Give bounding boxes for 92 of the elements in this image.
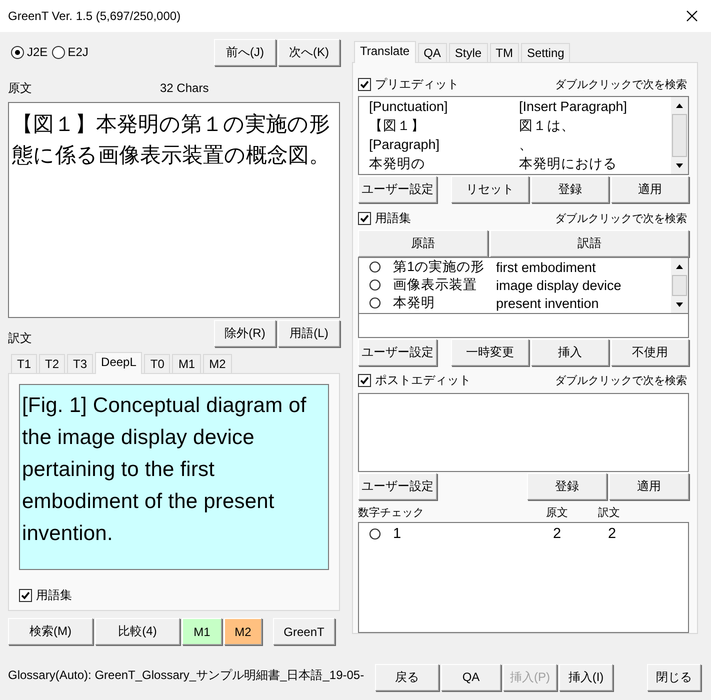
list-cell-text: 画像表示装置 xyxy=(393,276,478,294)
list-cell-text: 、 xyxy=(519,136,534,154)
checkbox-label: ポストエディット xyxy=(375,372,471,390)
tab[interactable]: DeepL xyxy=(95,352,142,374)
button[interactable]: 登録 xyxy=(531,176,609,204)
list-cell-text: 図１は、 xyxy=(519,116,576,134)
input-field[interactable] xyxy=(358,314,689,338)
circle-icon xyxy=(369,528,381,540)
tab[interactable]: Style xyxy=(448,43,488,62)
list-cell-text: image display device xyxy=(495,278,622,293)
tab[interactable]: Translate xyxy=(354,41,416,63)
user-settings-button[interactable]: ユーザー設定 xyxy=(358,338,437,366)
column-header[interactable]: 訳語 xyxy=(490,230,689,258)
scrollbar[interactable] xyxy=(671,97,688,174)
list-cell-text: 2 xyxy=(553,526,562,542)
list-cell: 2 xyxy=(608,526,616,542)
user-settings-button[interactable]: ユーザー設定 xyxy=(358,473,437,500)
button[interactable]: QA xyxy=(441,664,501,690)
window-title: GreenT Ver. 1.5 (5,697/250,000) xyxy=(8,9,181,23)
tab[interactable]: T1 xyxy=(11,354,38,373)
checkbox[interactable] xyxy=(19,589,32,602)
button[interactable]: 用語(L) xyxy=(278,320,340,347)
circle-icon xyxy=(369,261,381,274)
tab[interactable]: Setting xyxy=(520,43,570,62)
list-cell-text: 本発明 xyxy=(393,294,436,312)
radio-label: J2E xyxy=(27,45,48,59)
list-cell-text: [Paragraph] xyxy=(368,137,441,152)
circle-icon xyxy=(369,297,381,310)
circle-icon xyxy=(369,279,381,292)
column-header: 原文 xyxy=(546,506,569,520)
char-count: 32 Chars xyxy=(160,81,209,95)
list-cell-text: present invention xyxy=(495,296,599,311)
translation-text: [Fig. 1] Conceptual diagram of the image display device pertaining to the first embodiment of the present invention. xyxy=(19,384,329,570)
close-icon xyxy=(686,10,698,22)
nav-button[interactable]: 前へ(J) xyxy=(214,38,276,66)
list-box[interactable]: 1 2 2 xyxy=(358,522,689,633)
status-text: Glossary(Auto): GreenT_Glossary_サンプル明細書_日本語_19-05- xyxy=(8,666,366,684)
list-box[interactable]: 第1の実施の形 first embodiment 画像表示装置 image display device 本発明 present invention xyxy=(358,257,689,314)
button[interactable]: 登録 xyxy=(527,473,607,500)
radio-button[interactable] xyxy=(11,46,24,58)
tab[interactable]: QA xyxy=(418,43,447,62)
checkbox[interactable] xyxy=(358,374,371,388)
list-cell-text: 第1の実施の形 xyxy=(393,258,486,276)
button[interactable]: リセット xyxy=(451,176,529,204)
user-settings-button[interactable]: ユーザー設定 xyxy=(358,176,437,204)
text-area[interactable] xyxy=(358,392,689,472)
list-box[interactable]: [Punctuation] [Insert Paragraph] 【図１】 図１は、 [Paragraph] 、 本発明の 本発明における xyxy=(358,96,689,176)
list-cell-text: first embodiment xyxy=(495,260,596,275)
button[interactable]: 挿入 xyxy=(531,338,609,366)
list-cell-text: 【図１】 xyxy=(368,116,426,134)
section-label: 数字チェック xyxy=(358,506,425,520)
button[interactable]: 挿入(I) xyxy=(559,664,613,690)
nav-button[interactable]: 次へ(K) xyxy=(278,38,340,66)
list-cell-text: 本発明における xyxy=(519,154,618,172)
column-header: 訳文 xyxy=(598,506,620,520)
checkbox[interactable] xyxy=(358,78,371,90)
button[interactable]: 戻る xyxy=(375,664,439,690)
tab[interactable]: T2 xyxy=(39,354,66,373)
column-header[interactable]: 原語 xyxy=(358,230,488,258)
button[interactable]: 適用 xyxy=(611,176,689,204)
tab[interactable]: M1 xyxy=(172,354,202,373)
hint-text: ダブルクリックで次を検索 xyxy=(555,78,688,92)
tab[interactable]: T0 xyxy=(144,354,170,373)
button[interactable]: 除外(R) xyxy=(214,320,276,347)
button[interactable]: 比較(4) xyxy=(95,618,180,645)
section-label: 訳文 xyxy=(8,330,32,347)
checkbox-label: 用語集 xyxy=(36,587,72,604)
hint-text: ダブルクリックで次を検索 xyxy=(555,212,688,226)
tab[interactable]: TM xyxy=(490,43,519,62)
checkbox-label: 用語集 xyxy=(375,210,411,227)
tab[interactable]: T3 xyxy=(67,354,94,373)
source-text: 【図１】本発明の第１の実施の形態に係る画像表示装置の概念図。 xyxy=(8,102,340,318)
button[interactable]: 不使用 xyxy=(611,338,689,366)
list-cell-text: [Insert Paragraph] xyxy=(519,99,628,114)
scrollbar[interactable] xyxy=(671,258,688,313)
checkbox-label: プリエディット xyxy=(375,76,459,92)
button[interactable]: 閉じる xyxy=(647,664,701,690)
list-cell-text: [Punctuation] xyxy=(368,99,449,114)
checkbox[interactable] xyxy=(358,212,371,225)
tab[interactable]: M2 xyxy=(203,354,232,373)
section-label: 原文 xyxy=(8,80,32,96)
radio-button[interactable] xyxy=(52,46,65,58)
hint-text: ダブルクリックで次を検索 xyxy=(555,374,688,388)
button[interactable]: M2 xyxy=(224,618,262,645)
button[interactable]: 一時変更 xyxy=(451,338,529,366)
button[interactable]: GreenT xyxy=(273,618,335,645)
button[interactable]: M1 xyxy=(182,618,222,645)
button[interactable]: 検索(M) xyxy=(8,618,93,645)
radio-label: E2J xyxy=(68,45,88,59)
list-cell-text: 本発明の xyxy=(368,154,426,172)
button[interactable]: 適用 xyxy=(609,473,689,500)
list-cell-text: 1 xyxy=(393,526,402,542)
